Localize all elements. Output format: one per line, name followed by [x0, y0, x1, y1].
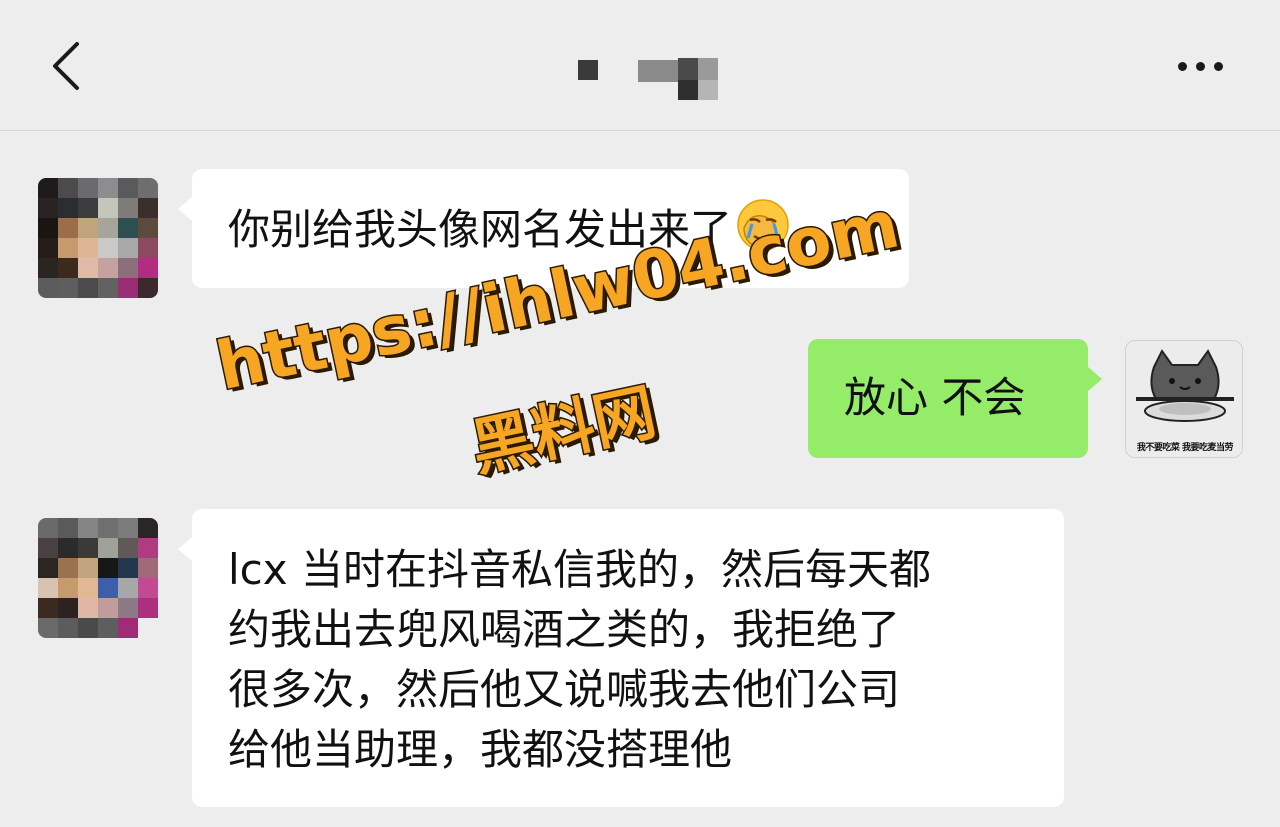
contact-avatar[interactable] [38, 178, 158, 298]
message-text-line: 很多次，然后他又说喊我去他们公司 [228, 665, 901, 714]
dot-icon [1177, 61, 1187, 71]
message-text-line: lcx 当时在抖音私信我的，然后每天都 [228, 545, 931, 594]
sticker-caption: 我不要吃菜 我要吃麦当劳 [1136, 443, 1234, 453]
more-options-button[interactable] [1162, 48, 1238, 84]
bubble-tail [1088, 367, 1102, 391]
message-text: 放心 不会 [844, 373, 1026, 422]
message-text-line: 约我出去兜风喝酒之类的，我拒绝了 [228, 605, 901, 654]
contact-avatar[interactable] [38, 518, 158, 638]
incoming-message-bubble[interactable]: lcx 当时在抖音私信我的，然后每天都 约我出去兜风喝酒之类的，我拒绝了 很多次… [178, 509, 1064, 807]
outgoing-message-bubble[interactable]: 放心 不会 [808, 339, 1102, 458]
dot-icon [1195, 61, 1205, 71]
chat-header [0, 0, 1280, 131]
back-button[interactable] [36, 34, 96, 98]
bubble-tail [178, 537, 192, 561]
message-text-line: 给他当助理，我都没搭理他 [228, 725, 733, 774]
chat-title-redacted [578, 58, 720, 102]
my-avatar[interactable]: 我不要吃菜 我要吃麦当劳 [1125, 340, 1243, 458]
bubble-tail [178, 197, 192, 221]
watermark-site-name: 黑料网 [463, 374, 663, 487]
chevron-left-icon [53, 42, 79, 90]
dot-icon [1213, 61, 1223, 71]
